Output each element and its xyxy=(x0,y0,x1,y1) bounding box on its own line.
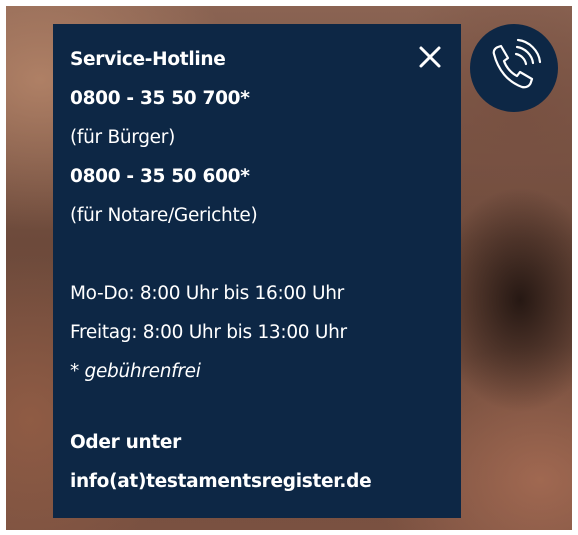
toll-free-note: * gebührenfrei xyxy=(70,361,201,382)
service-hotline-panel: Service-Hotline 0800 - 35 50 700* (für B… xyxy=(53,24,461,518)
contact-intro: Oder unter xyxy=(70,432,181,453)
hours-friday: Freitag: 8:00 Uhr bis 13:00 Uhr xyxy=(70,322,347,343)
label-citizens: (für Bürger) xyxy=(70,127,175,148)
phone-hotline-button[interactable] xyxy=(470,24,558,112)
close-icon[interactable] xyxy=(415,42,445,72)
hours-mon-thu: Mo-Do: 8:00 Uhr bis 16:00 Uhr xyxy=(70,283,344,304)
frame-border-bottom xyxy=(0,530,578,535)
contact-email-link[interactable]: info(at)testamentsregister.de xyxy=(70,470,372,494)
phone-number-citizens[interactable]: 0800 - 35 50 700* xyxy=(70,87,250,111)
frame-border-top xyxy=(0,0,578,6)
phone-number-notaries[interactable]: 0800 - 35 50 600* xyxy=(70,165,250,189)
frame-border-left xyxy=(0,0,6,535)
label-notaries: (für Notare/Gerichte) xyxy=(70,205,258,226)
hotline-title: Service-Hotline xyxy=(70,49,226,70)
frame-border-right xyxy=(572,0,578,535)
phone-ringing-icon xyxy=(492,38,542,89)
